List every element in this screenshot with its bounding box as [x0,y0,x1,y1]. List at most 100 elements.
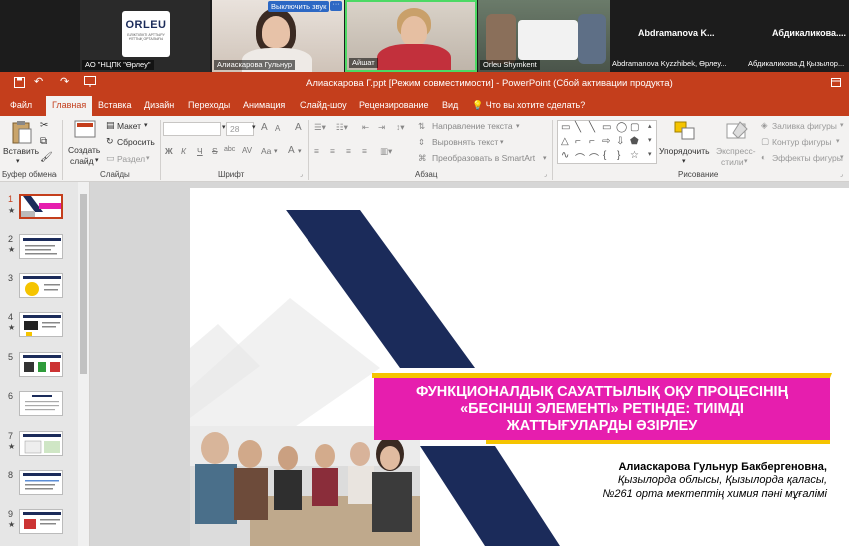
strikethrough-button[interactable]: S [212,146,218,156]
rectangle-shape-icon[interactable]: ▭ [602,122,611,133]
tab-design[interactable]: Дизайн [144,100,174,110]
text-direction-button[interactable]: Направление текста [432,121,513,131]
shape-fill-icon[interactable]: ◈ [761,120,768,131]
shape-effects-button[interactable]: Эффекты фигуры [772,153,843,163]
paste-icon[interactable] [10,120,32,144]
line-shape-icon[interactable]: ╲ [575,122,581,133]
smartart-button[interactable]: Преобразовать в SmartArt [432,153,535,163]
char-spacing-button[interactable]: AV [242,146,252,155]
curve-shape-icon[interactable]: ⌒ [575,150,585,165]
brace-shape-icon[interactable]: } [617,150,620,161]
shrink-font-icon[interactable]: A [275,124,280,133]
arrange-icon[interactable] [674,121,696,141]
line-spacing-icon[interactable]: ↕▾ [396,122,405,133]
slide-thumbnail-1[interactable] [19,194,63,219]
change-case-dropdown-icon[interactable]: ▾ [274,147,278,155]
bullets-icon[interactable]: ☰▾ [314,122,326,133]
font-color-dropdown-icon[interactable]: ▾ [298,147,302,155]
slide-thumbnail-8[interactable] [19,470,63,495]
format-painter-icon[interactable]: 🖌 [40,152,53,163]
mute-button[interactable]: Выключить звук [268,1,330,12]
curve-shape-icon[interactable]: ∿ [561,150,569,161]
font-size-dropdown-icon[interactable]: ▾ [252,123,256,131]
new-slide-label-2[interactable]: слайд [70,156,94,166]
undo-icon[interactable]: ↶ [34,75,43,88]
cut-icon[interactable]: ✂ [40,120,48,131]
tab-slideshow[interactable]: Слайд-шоу [300,100,347,110]
align-right-icon[interactable]: ≡ [346,146,351,156]
smartart-dropdown-icon[interactable]: ▾ [543,154,547,162]
grow-font-icon[interactable]: A [261,122,268,133]
change-case-button[interactable]: Aa [261,146,271,156]
shape-fill-button[interactable]: Заливка фигуры [772,121,837,131]
font-color-button[interactable]: A [288,145,295,156]
slide-thumbnail-5[interactable] [19,352,63,377]
shapes-gallery[interactable]: ▭ ╲ ╲ ▭ ◯ ▢ △ ⌐ ⌐ ⇨ ⇩ ⬟ ∿ ⌒ ⌒ { } ☆ ▴ ▾ … [557,120,657,165]
tab-review[interactable]: Рецензирование [359,100,429,110]
clear-format-icon[interactable]: A [295,122,302,133]
save-icon[interactable] [14,77,25,91]
tab-home[interactable]: Главная [46,96,93,116]
gallery-scroll-down-icon[interactable]: ▾ [648,136,652,144]
quick-styles-label-2[interactable]: стили [721,157,744,167]
shape-outline-button[interactable]: Контур фигуры [772,137,831,147]
gallery-more-icon[interactable]: ▾ [648,150,652,158]
slide-thumbnail-9[interactable] [19,509,63,534]
line-shape-icon[interactable]: ╲ [589,122,595,133]
text-direction-icon[interactable]: ⇅ [418,121,425,132]
numbering-icon[interactable]: ☷▾ [336,122,348,133]
font-name-input[interactable] [163,122,221,136]
brace-shape-icon[interactable]: { [603,150,606,161]
thumbnail-scrollbar[interactable] [78,182,89,546]
slide-thumbnail-4[interactable] [19,312,63,337]
quick-styles-dropdown-icon[interactable]: ▾ [744,157,748,165]
shape-fill-dropdown-icon[interactable]: ▾ [840,121,844,129]
tell-me-input[interactable]: 💡 Что вы хотите сделать? [472,100,585,111]
increase-indent-icon[interactable]: ⇥ [378,122,385,133]
columns-icon[interactable]: ▥▾ [380,146,392,157]
slide-author-block[interactable]: Алиаскарова Гульнур Бакбергеновна, Қызыл… [602,461,827,501]
underline-button[interactable]: Ч [197,146,203,156]
tab-insert[interactable]: Вставка [98,100,131,110]
align-text-button[interactable]: Выровнять текст [432,137,498,147]
shape-more-icon[interactable]: ⬟ [630,136,639,147]
rounded-rect-shape-icon[interactable]: ▢ [630,122,639,133]
shape-effects-dropdown-icon[interactable]: ▾ [840,153,844,161]
dialog-launcher-icon[interactable]: ⌟ [300,171,303,178]
scrollbar-thumb[interactable] [80,194,87,374]
slideshow-icon[interactable] [84,76,96,90]
arrow-right-shape-icon[interactable]: ⇨ [602,136,610,147]
shape-effects-icon[interactable]: ◐ [761,152,766,162]
paste-dropdown-icon[interactable]: ▾ [16,157,20,165]
slide-thumbnail-7[interactable] [19,431,63,456]
reset-icon[interactable]: ↻ [106,136,114,147]
video-tile-aliaskarova[interactable]: Выключить звук ··· Алиаскарова Гульнур [212,0,344,72]
layout-dropdown-icon[interactable]: ▾ [144,121,148,129]
video-tile-orleu-shymkent[interactable]: Orleu Shymkent [478,0,610,72]
italic-button[interactable]: К [181,146,186,156]
connector-shape-icon[interactable]: ⌐ [589,136,595,147]
dialog-launcher-icon[interactable]: ⌟ [840,171,843,178]
section-dropdown-icon[interactable]: ▾ [146,154,150,162]
shape-outline-dropdown-icon[interactable]: ▾ [836,137,840,145]
slide-thumbnail-2[interactable] [19,234,63,259]
oval-shape-icon[interactable]: ◯ [616,122,627,133]
layout-icon[interactable]: ▤ [106,120,115,131]
shadow-button[interactable]: abc [224,146,235,153]
arc-shape-icon[interactable]: ⌒ [589,150,599,165]
new-slide-dropdown-icon[interactable]: ▾ [95,156,99,164]
dialog-launcher-icon[interactable]: ⌟ [544,171,547,178]
tab-view[interactable]: Вид [442,100,458,110]
section-icon[interactable]: ▭ [106,153,115,164]
video-tile-orleu[interactable]: ORLEU БІЛІКТІЛІКТІ АРТТЫРУ ҰЛТТЫҚ ОРТАЛЫ… [80,0,210,72]
paste-button[interactable]: Вставить [3,146,39,156]
align-text-icon[interactable]: ⇕ [418,137,425,148]
arrow-down-shape-icon[interactable]: ⇩ [616,136,624,147]
font-size-input[interactable]: 28 [226,122,254,136]
video-tile-aishat[interactable]: Айшат [345,0,477,72]
tab-transitions[interactable]: Переходы [188,100,230,110]
shape-outline-icon[interactable]: ▢ [761,136,769,147]
quick-styles-label-1[interactable]: Экспресс- [716,146,756,156]
align-text-dropdown-icon[interactable]: ▾ [500,138,504,146]
align-left-icon[interactable]: ≡ [314,146,319,156]
